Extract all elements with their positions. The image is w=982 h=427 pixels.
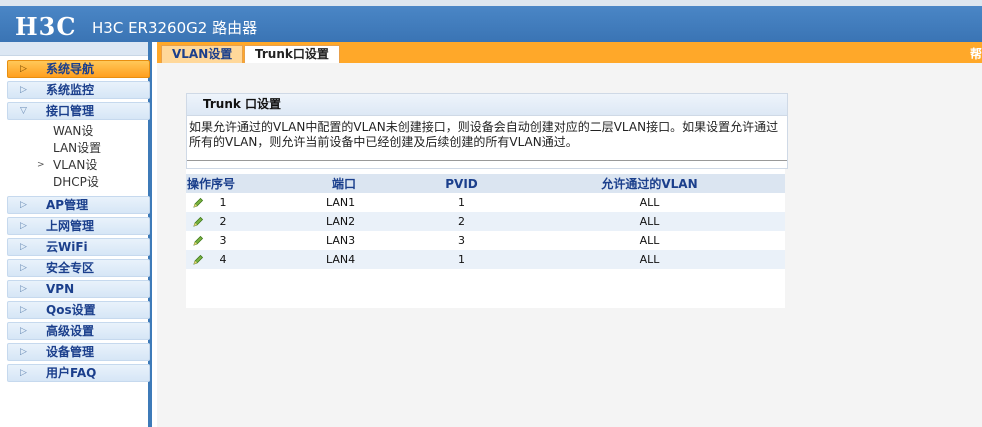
row-index: 2 xyxy=(219,215,227,228)
main-content: Trunk 口设置 如果允许通过的VLAN中配置的VLAN未创建接口，则设备会自… xyxy=(157,63,982,427)
row-index: 4 xyxy=(219,253,227,266)
product-title: H3C ER3260G2 路由器 xyxy=(92,19,258,37)
table-row: 1 LAN1 1 ALL xyxy=(186,193,785,212)
sub-item-lan[interactable]: LAN设置 xyxy=(7,140,150,157)
tab-vlan-settings[interactable]: VLAN设置 xyxy=(161,45,244,63)
sidebar-top-strip xyxy=(0,42,148,56)
edit-pencil-icon[interactable] xyxy=(192,254,204,266)
chevron-right-icon: ▷ xyxy=(20,64,27,74)
top-header: H3C H3C ER3260G2 路由器 xyxy=(0,0,982,42)
tab-trunk-settings[interactable]: Trunk口设置 xyxy=(244,45,340,63)
col-header-pvid: PVID xyxy=(445,176,478,191)
cell-pvid: 1 xyxy=(458,253,465,266)
row-index: 1 xyxy=(219,196,227,209)
edit-pencil-icon[interactable] xyxy=(192,235,204,247)
chevron-right-icon: ▷ xyxy=(20,200,27,210)
table-row: 2 LAN2 2 ALL xyxy=(186,212,785,231)
row-index: 3 xyxy=(219,234,227,247)
chevron-right-icon: ▷ xyxy=(20,347,27,357)
chevron-right-icon: ▷ xyxy=(20,242,27,252)
sub-item-wan[interactable]: WAN设 xyxy=(7,123,150,140)
panel-title: Trunk 口设置 xyxy=(187,94,787,116)
cell-allowed-vlan: ALL xyxy=(639,234,660,247)
cell-allowed-vlan: ALL xyxy=(639,215,660,228)
nav-item-ap-management[interactable]: ▷ AP管理 xyxy=(7,196,150,214)
nav-item-advanced[interactable]: ▷ 高级设置 xyxy=(7,322,150,340)
cell-allowed-vlan: ALL xyxy=(639,253,660,266)
info-box: Trunk 口设置 如果允许通过的VLAN中配置的VLAN未创建接口，则设备会自… xyxy=(186,93,788,169)
panel-description: 如果允许通过的VLAN中配置的VLAN未创建接口，则设备会自动创建对应的二层VL… xyxy=(189,120,779,149)
nav-item-qos[interactable]: ▷ Qos设置 xyxy=(7,301,150,319)
col-header-index: 操作序号 xyxy=(187,177,236,191)
chevron-right-icon: ▷ xyxy=(20,326,27,336)
sub-item-vlan[interactable]: > VLAN设 xyxy=(7,157,150,174)
cell-pvid: 2 xyxy=(458,215,465,228)
chevron-right-icon: ▷ xyxy=(20,368,27,378)
edit-pencil-icon[interactable] xyxy=(192,197,204,209)
nav-item-interface-management[interactable]: ▽ 接口管理 xyxy=(7,102,150,120)
nav-menu: ▷ 系统导航 ▷ 系统监控 ▽ 接口管理 WAN设 LAN设置 > VLAN设 … xyxy=(7,60,150,385)
sub-item-dhcp[interactable]: DHCP设 xyxy=(7,174,150,191)
nav-item-system-navigation[interactable]: ▷ 系统导航 xyxy=(7,60,150,78)
nav-item-security[interactable]: ▷ 安全专区 xyxy=(7,259,150,277)
col-header-port: 端口 xyxy=(331,177,356,191)
edit-pencil-icon[interactable] xyxy=(192,216,204,228)
cell-allowed-vlan: ALL xyxy=(639,196,660,209)
cell-pvid: 1 xyxy=(458,196,465,209)
nav-item-cloud-wifi[interactable]: ▷ 云WiFi xyxy=(7,238,150,256)
trunk-panel: Trunk 口设置 如果允许通过的VLAN中配置的VLAN未创建接口，则设备会自… xyxy=(186,93,788,308)
cell-port: LAN4 xyxy=(326,253,356,266)
nav-item-internet-management[interactable]: ▷ 上网管理 xyxy=(7,217,150,235)
chevron-right-icon: ▷ xyxy=(20,284,27,294)
chevron-right-icon: ▷ xyxy=(20,263,27,273)
cell-pvid: 3 xyxy=(458,234,465,247)
cell-port: LAN3 xyxy=(326,234,356,247)
cell-port: LAN1 xyxy=(326,196,356,209)
col-header-allowed-vlan: 允许通过的VLAN xyxy=(601,177,698,191)
current-item-marker-icon: > xyxy=(37,160,45,170)
nav-item-device-management[interactable]: ▷ 设备管理 xyxy=(7,343,150,361)
cell-port: LAN2 xyxy=(326,215,356,228)
nav-item-system-monitor[interactable]: ▷ 系统监控 xyxy=(7,81,150,99)
nav-item-vpn[interactable]: ▷ VPN xyxy=(7,280,150,298)
table-row: 3 LAN3 3 ALL xyxy=(186,231,785,250)
trunk-table: 操作序号 端口 PVID 允许通过的VLAN 1 LAN1 1 ALL 2 LA… xyxy=(186,174,785,269)
chevron-right-icon: ▷ xyxy=(20,305,27,315)
tab-bar: VLAN设置 Trunk口设置 帮 xyxy=(157,42,982,63)
divider xyxy=(187,160,787,161)
chevron-right-icon: ▷ xyxy=(20,221,27,231)
table-header-row: 操作序号 端口 PVID 允许通过的VLAN xyxy=(186,174,785,193)
sidebar: ▷ 系统导航 ▷ 系统监控 ▽ 接口管理 WAN设 LAN设置 > VLAN设 … xyxy=(0,42,152,427)
chevron-down-icon: ▽ xyxy=(20,106,27,116)
table-row: 4 LAN4 1 ALL xyxy=(186,250,785,269)
chevron-right-icon: ▷ xyxy=(20,85,27,95)
nav-item-user-faq[interactable]: ▷ 用户FAQ xyxy=(7,364,150,382)
brand-logo: H3C xyxy=(15,12,77,41)
help-link[interactable]: 帮 xyxy=(970,45,982,62)
